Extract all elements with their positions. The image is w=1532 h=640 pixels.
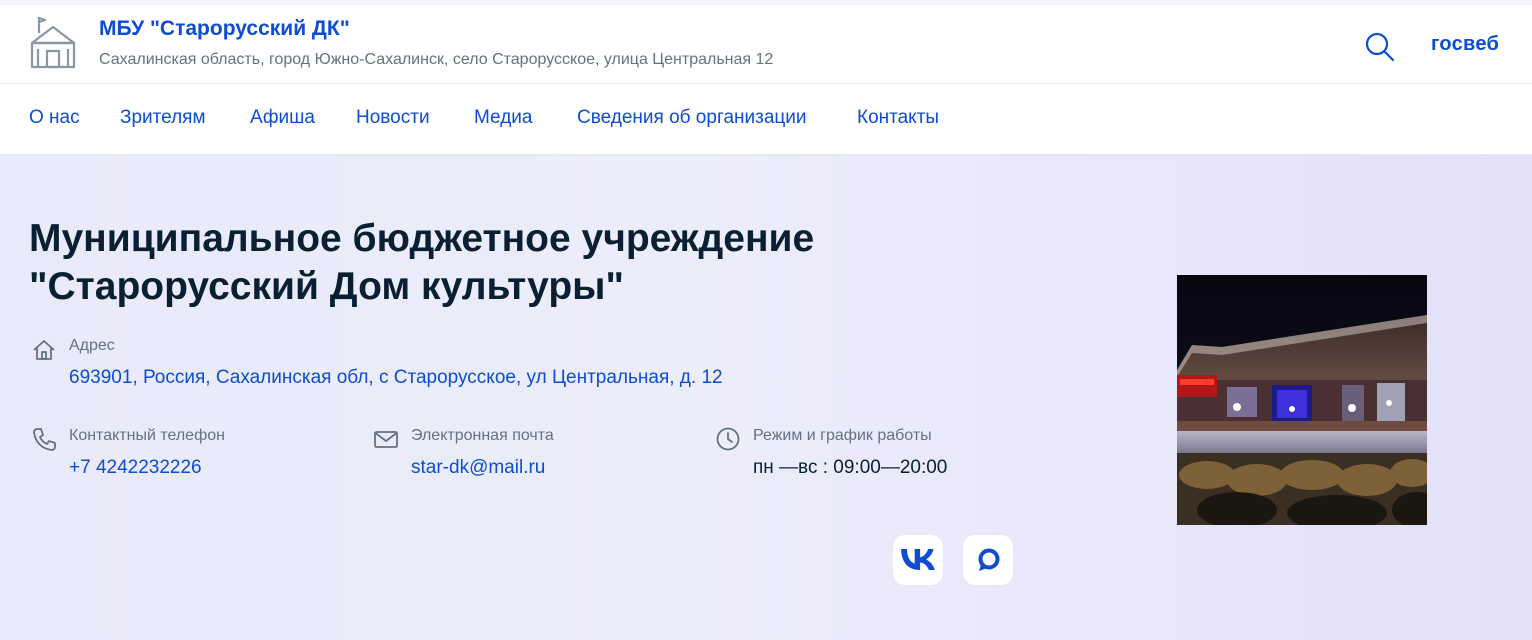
nav-item-media[interactable]: Медиа xyxy=(474,107,532,129)
clock-icon xyxy=(716,427,740,451)
nav-item-news[interactable]: Новости xyxy=(356,107,430,129)
building-icon[interactable] xyxy=(26,15,80,71)
nav-item-about[interactable]: О нас xyxy=(29,107,80,129)
building-photo xyxy=(1177,275,1427,525)
org-address: Сахалинская область, город Южно-Сахалинс… xyxy=(99,51,774,68)
phone-icon xyxy=(33,428,56,451)
site-header: МБУ "Старорусский ДК" Сахалинская област… xyxy=(0,5,1532,84)
main-navigation: О нас Зрителям Афиша Новости Медиа Сведе… xyxy=(0,84,1532,155)
mail-icon xyxy=(374,431,398,448)
search-icon[interactable] xyxy=(1362,30,1396,64)
phone-link[interactable]: +7 4242232226 xyxy=(69,457,202,479)
nav-item-events[interactable]: Афиша xyxy=(250,107,315,129)
title-line-1: Муниципальное бюджетное учреждение xyxy=(29,217,815,260)
phone-label: Контактный телефон xyxy=(69,427,225,444)
gosweb-logo-link[interactable]: госвеб xyxy=(1431,33,1499,56)
address-value[interactable]: 693901, Россия, Сахалинская обл, с Старо… xyxy=(69,367,723,389)
vk-icon xyxy=(901,549,935,570)
chat-bubble-icon xyxy=(978,548,1000,571)
hours-label: Режим и график работы xyxy=(753,427,932,444)
address-label: Адрес xyxy=(69,337,115,354)
nav-item-contacts[interactable]: Контакты xyxy=(857,107,939,129)
title-line-2: "Старорусский Дом культуры" xyxy=(29,265,624,308)
vk-button[interactable] xyxy=(893,535,943,585)
home-icon xyxy=(33,340,55,360)
chat-button[interactable] xyxy=(963,535,1013,585)
nav-item-organization-info[interactable]: Сведения об организации xyxy=(577,107,807,129)
nav-item-visitors[interactable]: Зрителям xyxy=(120,107,206,129)
page-title: Муниципальное бюджетное учреждение "Стар… xyxy=(29,215,929,311)
hours-value: пн —вс : 09:00—20:00 xyxy=(753,457,948,478)
hero-section: Муниципальное бюджетное учреждение "Стар… xyxy=(0,155,1532,640)
email-link[interactable]: star-dk@mail.ru xyxy=(411,457,545,479)
org-name-link[interactable]: МБУ "Старорусский ДК" xyxy=(99,17,350,41)
email-label: Электронная почта xyxy=(411,427,554,444)
